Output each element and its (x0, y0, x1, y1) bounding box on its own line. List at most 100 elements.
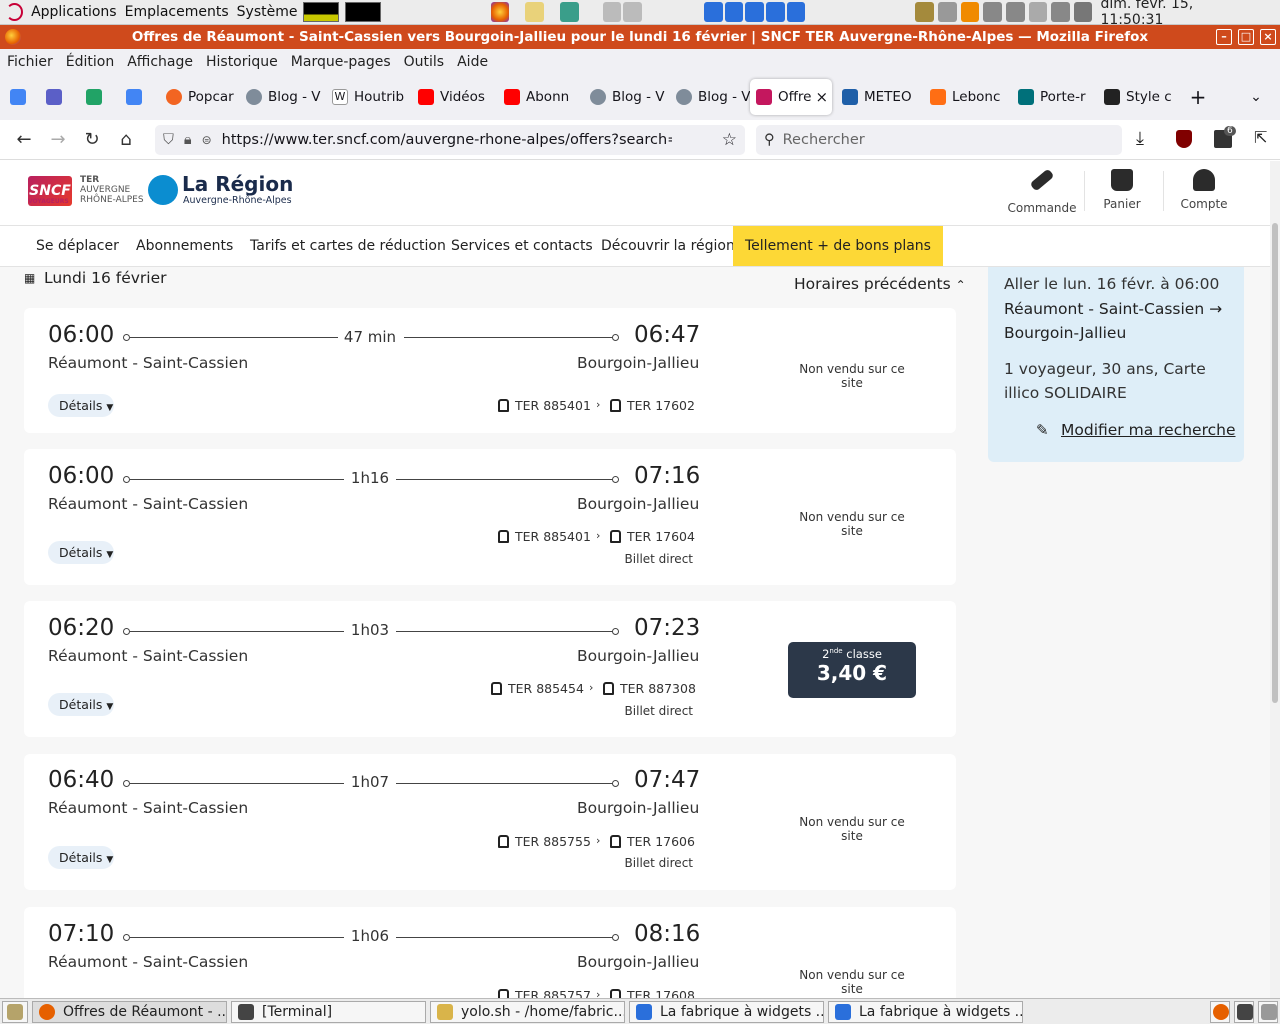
menu-historique[interactable]: Historique (206, 54, 278, 70)
journey-card[interactable]: 06:20 1h03 07:23 Réaumont - Saint-Cassie… (24, 601, 956, 737)
nav-se-deplacer[interactable]: Se déplacer (36, 226, 119, 266)
battery-icon[interactable] (1028, 2, 1048, 22)
url-bar[interactable]: ⛉ 🔒︎ ⊜ https://www.ter.sncf.com/auvergne… (155, 125, 745, 155)
workspace-icon[interactable] (724, 2, 744, 22)
menu-edition[interactable]: Édition (66, 54, 114, 70)
modify-search-link[interactable]: Modifier ma recherche (1061, 421, 1236, 439)
scrollbar-thumb[interactable] (1272, 223, 1278, 703)
tab-blog[interactable]: Blog - V (584, 79, 670, 115)
page-scrollbar[interactable] (1270, 161, 1280, 998)
nav-tarifs[interactable]: Tarifs et cartes de réduction (250, 226, 446, 266)
details-button[interactable]: Détails ▼ (48, 846, 114, 869)
train-icon (610, 399, 621, 412)
close-tab-icon[interactable]: × (816, 88, 829, 106)
details-button[interactable]: Détails ▼ (48, 394, 114, 417)
taskbar-terminal[interactable]: [Terminal] (231, 1000, 426, 1023)
commande-button[interactable]: Commande (1002, 165, 1082, 221)
tab-porte[interactable]: Porte-r (1012, 79, 1098, 115)
tab-calendar[interactable] (4, 79, 40, 115)
details-button[interactable]: Détails ▼ (48, 693, 114, 716)
places-menu[interactable]: Emplacements (125, 4, 229, 20)
menu-aide[interactable]: Aide (457, 54, 488, 70)
sleep-icon[interactable] (1073, 2, 1093, 22)
clock[interactable]: dim. févr. 15, 11:50:31 (1100, 0, 1249, 28)
show-desktop-icon[interactable] (2, 1000, 28, 1023)
search-input[interactable]: ⚲ Rechercher (756, 125, 1122, 155)
nav-abonnements[interactable]: Abonnements (136, 226, 233, 266)
region-logo-icon[interactable] (148, 175, 178, 205)
tray-firefox-icon[interactable] (1210, 1000, 1230, 1023)
price-button[interactable]: 2nde classe 3,40 € (788, 642, 916, 698)
journey-card[interactable]: 06:40 1h07 07:47 Réaumont - Saint-Cassie… (24, 754, 956, 890)
menu-marque-pages[interactable]: Marque-pages (291, 54, 391, 70)
taskbar-firefox[interactable]: Offres de Réaumont - ... (32, 1000, 227, 1023)
applications-menu[interactable]: Applications (31, 4, 117, 20)
journey-card[interactable]: 06:00 1h16 07:16 Réaumont - Saint-Cassie… (24, 449, 956, 585)
shield-icon[interactable]: ⛉ (163, 132, 174, 148)
gnome-launcher-icon[interactable] (525, 2, 544, 22)
network-icon[interactable] (915, 2, 934, 22)
vlc-icon[interactable] (960, 2, 980, 22)
tab-abonnements[interactable]: Abonn (498, 79, 584, 115)
tab-offres-active[interactable]: Offre × (750, 79, 832, 115)
menu-fichier[interactable]: Fichier (7, 54, 53, 70)
tab-popcar[interactable]: Popcar (160, 79, 240, 115)
previous-times-link[interactable]: Horaires précédents ⌃ (794, 275, 966, 293)
tab-teams[interactable] (40, 79, 80, 115)
taskbar-editor[interactable]: yolo.sh - /home/fabric... (430, 1000, 625, 1023)
workspace-icon[interactable] (786, 2, 806, 22)
permissions-icon[interactable]: ⊜ (202, 133, 212, 147)
details-button[interactable]: Détails ▼ (48, 541, 114, 564)
sound-icon[interactable] (1051, 2, 1070, 22)
forward-arrow-icon[interactable]: → (46, 128, 70, 152)
workspace-icon[interactable] (745, 2, 764, 22)
debian-logo-icon[interactable] (6, 3, 24, 21)
bookmark-star-icon[interactable]: ☆ (722, 130, 737, 150)
reload-icon[interactable]: ↻ (80, 128, 104, 152)
tool-icon[interactable] (983, 2, 1002, 22)
system-menu[interactable]: Système (237, 4, 298, 20)
panier-button[interactable]: Panier (1082, 165, 1162, 221)
lock-icon[interactable]: 🔒︎ (184, 132, 192, 148)
journey-card[interactable]: 07:10 1h06 08:16 Réaumont - Saint-Cassie… (24, 907, 956, 998)
back-arrow-icon[interactable]: ← (12, 128, 36, 152)
vscode-launcher-icon[interactable] (559, 2, 579, 22)
trash-icon[interactable] (1258, 1000, 1278, 1023)
taskbar-widgets-2[interactable]: La fabrique à widgets ... (828, 1000, 1023, 1023)
tab-docs[interactable] (120, 79, 160, 115)
tab-style[interactable]: Style c (1098, 79, 1180, 115)
journey-card[interactable]: 06:00 47 min 06:47 Réaumont - Saint-Cass… (24, 308, 956, 433)
tab-blog[interactable]: Blog - V (240, 79, 326, 115)
firefox-launcher-icon[interactable] (490, 2, 510, 22)
home-icon[interactable]: ⌂ (114, 128, 138, 152)
download-icon[interactable]: ⤓ (1136, 128, 1144, 149)
list-tabs-chevron-down-icon[interactable]: ⌄ (1238, 79, 1274, 115)
new-tab-button[interactable]: + (1180, 79, 1216, 115)
drive-icon[interactable] (602, 2, 622, 22)
drive-icon[interactable] (623, 2, 642, 22)
nav-services[interactable]: Services et contacts (451, 226, 593, 266)
minimize-button[interactable]: – (1216, 29, 1232, 45)
close-window-button[interactable]: × (1260, 29, 1276, 45)
compte-button[interactable]: Compte (1164, 165, 1244, 221)
workspace-icon[interactable] (765, 2, 785, 22)
tab-leboncoin[interactable]: Lebonc (924, 79, 1012, 115)
tab-videos[interactable]: Vidéos (412, 79, 498, 115)
workspace-icon[interactable] (703, 2, 723, 22)
tray-app-icon[interactable] (1234, 1000, 1254, 1023)
share-icon[interactable]: ⇱ (1254, 128, 1267, 147)
tab-blog[interactable]: Blog - V (670, 79, 750, 115)
tool-icon[interactable] (1005, 2, 1025, 22)
nav-decouvrir[interactable]: Découvrir la région (601, 226, 735, 266)
nav-bons-plans[interactable]: Tellement + de bons plans (733, 226, 943, 266)
tab-sheets[interactable] (80, 79, 120, 115)
menu-affichage[interactable]: Affichage (127, 54, 193, 70)
tab-houtrib[interactable]: W Houtrib (326, 79, 412, 115)
ublock-icon[interactable] (1176, 130, 1192, 148)
menu-outils[interactable]: Outils (404, 54, 444, 70)
url-text[interactable]: https://www.ter.sncf.com/auvergne-rhone-… (222, 132, 672, 148)
tab-meteo[interactable]: METEO (836, 79, 924, 115)
taskbar-widgets-1[interactable]: La fabrique à widgets ... (629, 1000, 824, 1023)
maximize-button[interactable]: □ (1238, 29, 1254, 45)
volume-icon[interactable] (937, 2, 957, 22)
